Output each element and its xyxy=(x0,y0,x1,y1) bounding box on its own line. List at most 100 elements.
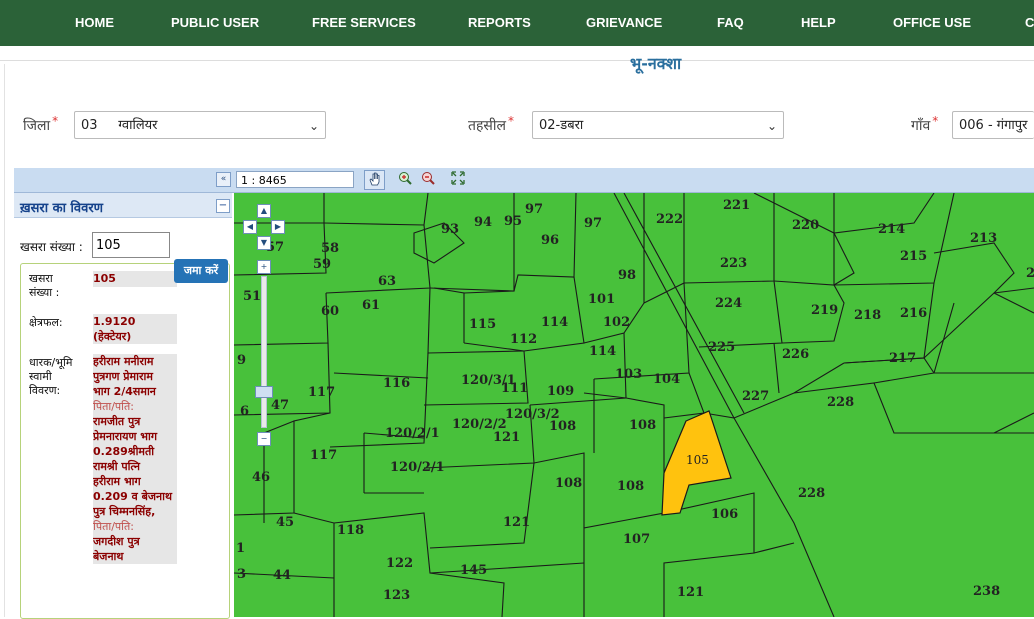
content-frame xyxy=(0,60,1034,81)
value-line: 105 xyxy=(93,272,116,285)
plot-label: 123 xyxy=(383,588,410,603)
full-extent-button[interactable] xyxy=(448,170,468,190)
khasra-details-box: खसरा संख्या : 105 क्षेत्रफल: 1.9120 (हेक… xyxy=(20,263,230,619)
village-select-value: 006 - गंगापुर xyxy=(959,118,1028,133)
pan-hand-button[interactable] xyxy=(364,170,385,190)
pan-right-icon[interactable]: ▶ xyxy=(271,220,285,234)
plot-label: 120/2/1 xyxy=(385,426,440,441)
village-label-text: गाँव xyxy=(911,118,931,134)
nav-office-use[interactable]: OFFICE USE xyxy=(893,0,971,46)
plot-label: 218 xyxy=(854,308,881,323)
owner-detail-line: पुत्रगण प्रेमाराम xyxy=(93,370,153,383)
chevron-down-icon: ⌄ xyxy=(308,119,319,133)
plot-label: 219 xyxy=(811,303,838,318)
required-marker: * xyxy=(52,114,59,128)
plot-label: 108 xyxy=(617,479,644,494)
plot-label: 44 xyxy=(273,568,291,583)
khasra-number-value: 105 xyxy=(93,271,177,287)
nav-faq[interactable]: FAQ xyxy=(717,0,744,46)
district-label-text: जिला xyxy=(23,118,51,134)
cadastral-map[interactable]: 2212222202142132292152239394959796975859… xyxy=(234,193,1034,617)
plot-label: 97 xyxy=(584,216,602,231)
plot-label: 94 xyxy=(474,215,492,230)
plot-label: 117 xyxy=(310,448,337,463)
village-label: गाँव * xyxy=(911,114,939,135)
nav-help[interactable]: HELP xyxy=(801,0,836,46)
owner-detail-line: प्रेमनारायण भाग xyxy=(93,430,158,443)
plot-label: 116 xyxy=(383,376,410,391)
panel-header: ख़सरा का विवरण − xyxy=(14,193,232,218)
khasra-label: खसरा संख्या : xyxy=(29,272,59,300)
plot-label: 222 xyxy=(656,212,683,227)
full-extent-icon xyxy=(451,171,465,185)
plot-label: 115 xyxy=(469,317,496,332)
plot-label: 9 xyxy=(237,353,246,368)
minimize-panel-button[interactable]: − xyxy=(216,199,230,213)
zoom-in-box-button[interactable] xyxy=(395,170,415,190)
value-line: 1.9120 xyxy=(93,315,136,328)
plot-label: 120/2/1 xyxy=(390,460,445,475)
plot-label: 217 xyxy=(889,351,916,366)
district-select[interactable]: 03 ग्वालियर ⌄ xyxy=(74,111,326,139)
khasra-number-input[interactable]: 105 xyxy=(92,232,170,258)
pan-left-icon[interactable]: ◀ xyxy=(243,220,257,234)
plot-label: 93 xyxy=(441,222,459,237)
plot-label: 6 xyxy=(240,404,249,419)
submit-button[interactable]: जमा करें xyxy=(174,259,228,283)
plot-label: 224 xyxy=(715,296,742,311)
plot-label: 60 xyxy=(321,304,339,319)
khasra-number-label: खसरा संख्या : xyxy=(20,240,83,254)
plot-label: 121 xyxy=(677,585,704,600)
plot-label: 122 xyxy=(386,556,413,571)
plot-label: 117 xyxy=(308,385,335,400)
plot-label: 225 xyxy=(708,340,735,355)
value-line: (हेक्टेयर) xyxy=(93,330,132,343)
plot-label: 108 xyxy=(555,476,582,491)
required-marker: * xyxy=(932,114,939,128)
zoom-out-box-button[interactable] xyxy=(418,170,438,190)
zoom-out-icon xyxy=(422,172,435,185)
owner-details-value: हरीराम मनीराम पुत्रगण प्रेमाराम भाग 2/4समा… xyxy=(93,354,177,564)
zoom-slider-track[interactable] xyxy=(261,276,267,428)
owner-detail-line: रामश्री पत्नि xyxy=(93,460,140,473)
tehsil-select[interactable]: 02-डबरा ⌄ xyxy=(532,111,784,139)
zoom-in-icon xyxy=(399,172,412,185)
plot-label: 45 xyxy=(276,515,294,530)
nav-home[interactable]: HOME xyxy=(75,0,114,46)
collapse-panel-button[interactable]: « xyxy=(216,172,231,187)
nav-reports[interactable]: REPORTS xyxy=(468,0,531,46)
label-line: विवरण: xyxy=(29,384,61,397)
plot-label: 214 xyxy=(878,222,905,237)
nav-grievance[interactable]: GRIEVANCE xyxy=(586,0,662,46)
pan-down-icon[interactable]: ▼ xyxy=(257,236,271,250)
zoom-in-icon[interactable]: + xyxy=(257,260,271,274)
plot-label: 101 xyxy=(588,292,615,307)
area-value: 1.9120 (हेक्टेयर) xyxy=(93,314,177,344)
owner-detail-line: पिता/पति: xyxy=(93,520,134,533)
plot-label: 103 xyxy=(615,367,642,382)
tehsil-select-value: 02-डबरा xyxy=(539,118,584,133)
nav-free-services[interactable]: FREE SERVICES xyxy=(312,0,416,46)
map-canvas[interactable]: 2212222202142132292152239394959796975859… xyxy=(234,193,1034,617)
plot-label: 63 xyxy=(378,274,396,289)
plot-label: 111 xyxy=(501,381,528,396)
zoom-out-icon[interactable]: − xyxy=(257,432,271,446)
nav-public-user[interactable]: PUBLIC USER xyxy=(171,0,259,46)
scale-input[interactable]: 1 : 8465 xyxy=(236,171,354,188)
zoom-slider-handle[interactable] xyxy=(255,386,273,398)
label-line: धारक/भूमि xyxy=(29,356,73,369)
area-label: क्षेत्रफल: xyxy=(29,316,63,329)
khasra-detail-panel: ख़सरा का विवरण − खसरा संख्या : 105 खसरा … xyxy=(14,193,235,619)
pan-up-icon[interactable]: ▲ xyxy=(257,204,271,218)
plot-label: 109 xyxy=(547,384,574,399)
village-select[interactable]: 006 - गंगापुर xyxy=(952,111,1034,139)
district-label: जिला * xyxy=(23,114,59,135)
label-line: संख्या : xyxy=(29,286,60,299)
plot-label: 121 xyxy=(493,430,520,445)
chevron-down-icon: ⌄ xyxy=(766,119,777,133)
nav-more[interactable]: C xyxy=(1025,0,1034,46)
plot-label: 46 xyxy=(252,470,270,485)
owner-detail-line: पुत्र चिम्मनसिंह, xyxy=(93,505,156,518)
owner-detail-line: पिता/पति: xyxy=(93,400,134,413)
plot-label: 213 xyxy=(970,231,997,246)
